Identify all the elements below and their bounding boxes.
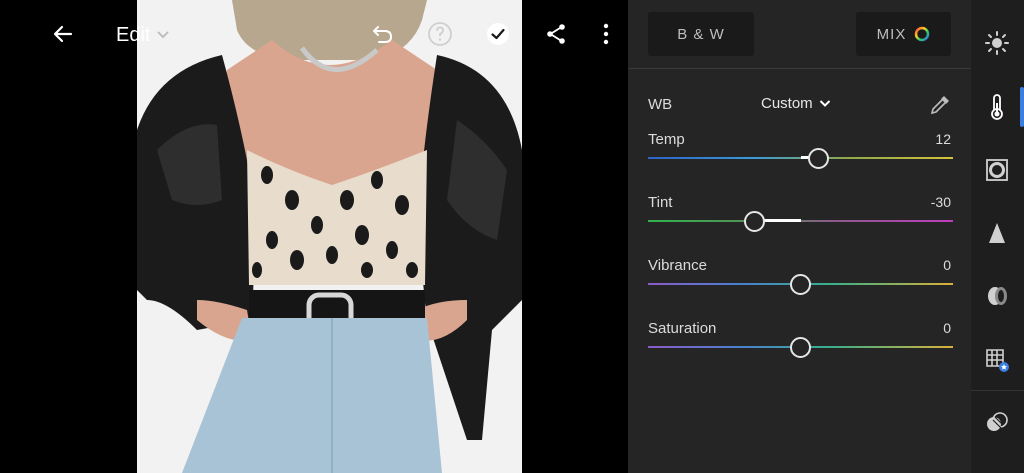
wb-preset-value: Custom	[761, 95, 813, 112]
back-button[interactable]	[48, 19, 78, 49]
saturation-label: Saturation	[648, 320, 717, 337]
detail-icon	[989, 223, 1005, 243]
share-button[interactable]	[541, 19, 571, 49]
rail-detail-button[interactable]	[982, 218, 1012, 248]
optics-icon	[988, 287, 1007, 305]
rail-effects-button[interactable]	[982, 155, 1012, 185]
mask-icon	[987, 412, 1008, 431]
color-icon	[991, 94, 1003, 120]
wb-preset-dropdown[interactable]: Custom	[761, 95, 831, 112]
color-adjust-panel: B & W MIX WB Custom Temp 12 Tint -30 Vib…	[628, 0, 971, 473]
vibrance-slider-row: Vibrance 0	[648, 257, 953, 307]
vibrance-handle[interactable]	[790, 274, 811, 295]
saturation-value[interactable]: 0	[943, 320, 951, 336]
color-mix-label: MIX	[876, 25, 907, 43]
share-icon	[547, 24, 565, 44]
temp-value[interactable]: 12	[935, 131, 951, 147]
temp-label: Temp	[648, 131, 685, 148]
vibrance-value[interactable]: 0	[943, 257, 951, 273]
checkmark-icon	[487, 23, 509, 45]
photo-canvas[interactable]: Edit	[0, 0, 628, 473]
saturation-slider-row: Saturation 0	[648, 320, 953, 370]
vibrance-label: Vibrance	[648, 257, 707, 274]
wb-label: WB	[648, 96, 673, 113]
arrow-left-icon	[53, 25, 73, 43]
effects-icon	[986, 159, 1008, 181]
tint-handle[interactable]	[744, 211, 766, 232]
eyedropper-icon	[930, 96, 949, 115]
undo-icon	[373, 26, 392, 43]
eyedropper-button[interactable]	[927, 92, 953, 118]
temp-handle[interactable]	[808, 148, 830, 169]
edit-mode-label: Edit	[116, 23, 151, 46]
undo-button[interactable]	[368, 19, 398, 49]
more-vertical-icon	[603, 23, 609, 45]
more-options-button[interactable]	[591, 19, 621, 49]
color-mix-button[interactable]: MIX	[856, 12, 951, 56]
saturation-handle[interactable]	[790, 337, 811, 358]
photo-illustration	[137, 0, 522, 473]
tool-rail	[971, 0, 1024, 473]
light-icon	[985, 31, 1009, 55]
rail-optics-button[interactable]	[982, 281, 1012, 311]
tint-value[interactable]: -30	[931, 194, 951, 210]
rail-mask-button[interactable]	[982, 408, 1012, 438]
white-balance-row: WB Custom	[648, 92, 953, 120]
rail-light-button[interactable]	[982, 28, 1012, 58]
color-wheel-icon	[915, 26, 930, 42]
panel-top-buttons: B & W MIX	[628, 0, 971, 69]
edit-mode-dropdown[interactable]: Edit	[116, 21, 170, 49]
black-white-button[interactable]: B & W	[648, 12, 754, 56]
rail-color-button[interactable]	[982, 92, 1012, 122]
chevron-down-icon	[157, 31, 170, 39]
chevron-down-icon	[819, 100, 830, 107]
help-button[interactable]	[425, 19, 455, 49]
help-icon	[428, 22, 452, 46]
tint-slider-row: Tint -30	[648, 194, 953, 244]
edited-photo	[137, 0, 522, 473]
tint-label: Tint	[648, 194, 673, 211]
geometry-icon	[986, 349, 1009, 372]
temp-slider-row: Temp 12	[648, 131, 953, 181]
tint-track[interactable]	[648, 220, 953, 222]
rail-geometry-button[interactable]	[982, 345, 1012, 375]
rail-divider	[971, 390, 1024, 391]
done-button[interactable]	[483, 19, 513, 49]
black-white-label: B & W	[677, 25, 725, 43]
active-tool-indicator	[1020, 87, 1024, 127]
